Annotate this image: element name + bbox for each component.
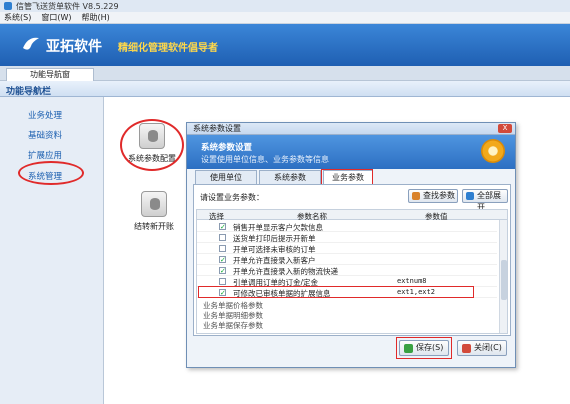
menu-help[interactable]: 帮助(H) (81, 12, 109, 23)
sidebar: 业务处理 基础资料 扩展应用 系统管理 (0, 97, 104, 404)
row-checkbox[interactable]: ✓ (219, 256, 226, 264)
database-new-icon (141, 191, 167, 217)
brand-slogan: 精细化管理软件倡导者 (118, 43, 218, 54)
banner: 亚拓软件 精细化管理软件倡导者 (0, 24, 570, 66)
params-grid: 选择 参数名称 参数值 ✓ 销售开单显示客户欠款信息 送货单打印后提示开新单 开… (196, 209, 508, 334)
row-checkbox[interactable]: ✓ (219, 267, 226, 275)
table-row[interactable]: 送货单打印后提示开新单 (197, 232, 497, 243)
highlight-box (321, 169, 373, 185)
close-icon (462, 344, 471, 353)
row-checkbox[interactable] (219, 278, 226, 285)
app-icon (4, 2, 12, 10)
tab-strip: 功能导航窗 (0, 66, 570, 81)
highlight-box (396, 337, 452, 359)
sidebar-item-extensions[interactable]: 扩展应用 (28, 149, 62, 161)
highlight-oval (120, 119, 184, 171)
sidebar-item-basic-data[interactable]: 基础资料 (28, 129, 62, 141)
close-label: 关闭(C) (474, 343, 502, 352)
search-icon (412, 192, 420, 200)
menu-window[interactable]: 窗口(W) (41, 12, 71, 23)
nav-header-title: 功能导航栏 (6, 87, 52, 97)
brand-name: 亚拓软件 (46, 39, 102, 55)
highlight-oval (18, 161, 84, 185)
expand-all-button[interactable]: 全部展开 (462, 189, 508, 212)
param-value[interactable]: extnum8 (397, 277, 427, 285)
row-checkbox[interactable] (219, 234, 226, 241)
row-checkbox[interactable]: ✓ (219, 223, 226, 231)
brand-logo-icon (23, 37, 39, 50)
find-params-button[interactable]: 查找参数 (408, 189, 458, 203)
tab-unit[interactable]: 使用单位 (195, 170, 257, 184)
gear-icon (481, 139, 505, 163)
module-carry-forward[interactable]: 结转新开账 (130, 191, 178, 232)
group-row[interactable]: 业务单据明细参数 (197, 309, 497, 320)
table-row[interactable]: ✓ 开单允许直接录入新客户 (197, 254, 497, 265)
row-checkbox[interactable] (219, 245, 226, 252)
menu-bar: 系统(S) 窗口(W) 帮助(H) (0, 12, 570, 24)
dialog-close-button[interactable]: X (498, 124, 512, 133)
table-row[interactable]: 开单可选择未审核的订单 (197, 243, 497, 254)
table-row[interactable]: ✓ 销售开单显示客户欠款信息 (197, 221, 497, 232)
tab-system-params[interactable]: 系统参数 (259, 170, 321, 184)
params-dialog: 系统参数设置 X 系统参数设置 设置使用单位信息、业务参数等信息 使用单位 系统… (186, 122, 516, 368)
expand-icon (466, 192, 474, 200)
tab-function-navigator[interactable]: 功能导航窗 (6, 68, 94, 81)
module-label: 结转新开账 (134, 222, 174, 231)
group-row[interactable]: 业务单据保存参数 (197, 319, 497, 330)
group-label: 业务单据保存参数 (203, 321, 263, 330)
dialog-title: 系统参数设置 (193, 124, 241, 133)
window-title: 信管飞送货单软件 V8.5.229 (16, 1, 119, 11)
dialog-titlebar: 系统参数设置 X (187, 123, 515, 135)
dialog-header: 系统参数设置 设置使用单位信息、业务参数等信息 (187, 135, 515, 169)
dialog-subheading: 设置使用单位信息、业务参数等信息 (201, 155, 329, 164)
highlight-box (198, 286, 474, 298)
grid-scrollbar[interactable] (499, 220, 507, 333)
grid-header: 选择 参数名称 参数值 (197, 210, 507, 221)
nav-header: 功能导航栏 (0, 81, 570, 97)
close-button[interactable]: 关闭(C) (457, 340, 507, 356)
dialog-body: 请设置业务参数： 查找参数 全部展开 选择 参数名称 参数值 ✓ 销售开单显示客… (193, 184, 511, 336)
menu-system[interactable]: 系统(S) (4, 12, 31, 23)
scrollbar-thumb[interactable] (501, 260, 507, 300)
sidebar-item-business[interactable]: 业务处理 (28, 109, 62, 121)
find-params-label: 查找参数 (423, 191, 455, 200)
prompt-label: 请设置业务参数： (200, 193, 264, 202)
dialog-heading: 系统参数设置 (201, 143, 253, 153)
title-bar: 信管飞送货单软件 V8.5.229 (0, 0, 570, 12)
group-row[interactable]: 业务单据价格参数 (197, 299, 497, 310)
table-row[interactable]: ✓ 开单允许直接录入新的物流快递 (197, 265, 497, 276)
